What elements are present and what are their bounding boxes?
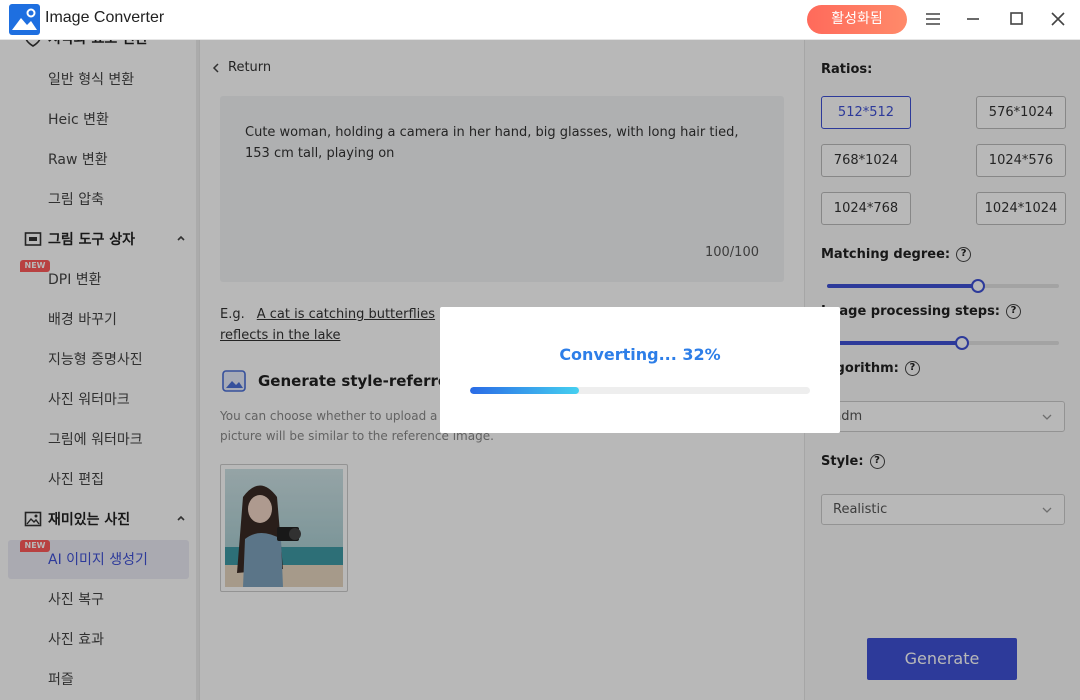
progress-fill [470, 387, 579, 394]
converting-dialog: Converting... 32% [440, 307, 840, 433]
progress-bar [470, 387, 810, 394]
close-icon[interactable] [1047, 8, 1069, 30]
app-logo-icon [9, 4, 40, 35]
converting-status: Converting... 32% [559, 345, 721, 364]
maximize-icon[interactable] [1006, 8, 1028, 30]
menu-icon[interactable] [922, 8, 944, 30]
minimize-icon[interactable] [962, 8, 984, 30]
activate-button[interactable]: 활성화됨 [807, 5, 907, 34]
app-title: Image Converter [45, 9, 165, 26]
title-bar: Image Converter 활성화됨 [0, 0, 1080, 40]
